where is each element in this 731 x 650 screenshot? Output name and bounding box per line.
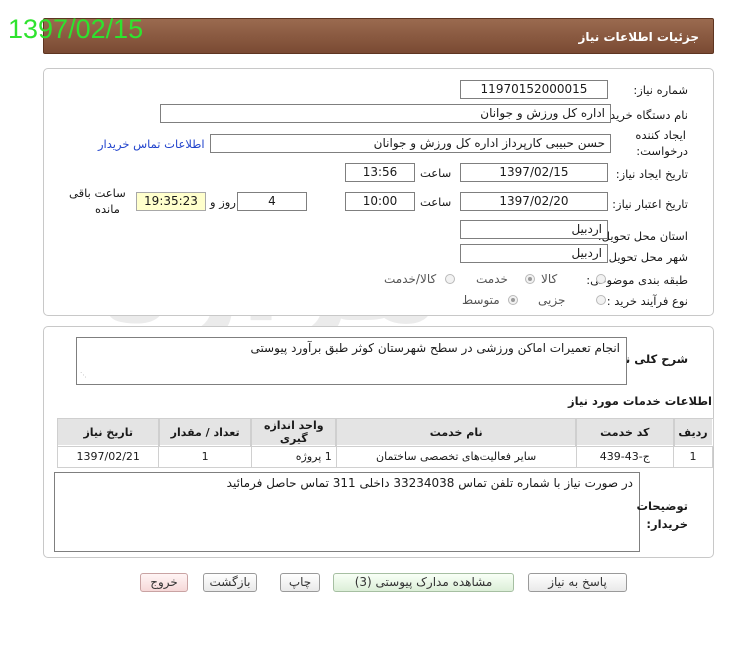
days-and-label: روز و <box>210 195 236 209</box>
buyer-notes-label-line2: خریدار: <box>646 517 688 531</box>
table-row: 1 ج-43-439 سایر فعالیت‌های تخصصی ساختمان… <box>56 445 713 468</box>
remaining-label-line1: ساعت باقی <box>69 186 126 200</box>
date-stamp: 1397/02/15 <box>8 14 144 44</box>
col-header-unit: واحد اندازه گیری <box>250 417 338 447</box>
province-label: استان محل تحویل: <box>597 229 688 243</box>
overall-desc-box: انجام تعمیرات اماکن ورزشی در سطح شهرستان… <box>76 337 627 385</box>
col-header-row: ردیف <box>672 417 714 447</box>
reply-button[interactable]: پاسخ به نیاز <box>528 573 627 592</box>
need-number-field: 11970152000015 <box>460 80 608 99</box>
remaining-days-field: 4 <box>237 192 307 211</box>
services-table-header: ردیف کد خدمت نام خدمت واحد اندازه گیری ت… <box>56 417 714 447</box>
need-number-label: شماره نیاز: <box>633 83 688 97</box>
col-header-date: تاریخ نیاز <box>56 417 160 447</box>
cell-quantity: 1 <box>158 445 252 468</box>
services-table: ردیف کد خدمت نام خدمت واحد اندازه گیری ت… <box>56 417 714 468</box>
remaining-label-line2: مانده <box>95 202 120 216</box>
creator-field: حسن حبیبی کارپرداز اداره کل ورزش و جوانا… <box>210 134 611 153</box>
creator-label-line2: درخواست: <box>636 144 688 158</box>
validity-hour-label: ساعت <box>420 195 452 209</box>
province-field: اردبیل <box>460 220 608 239</box>
created-hour-label: ساعت <box>420 166 452 180</box>
city-label: شهر محل تحویل: <box>604 250 688 264</box>
creator-label-line1: ایجاد کننده <box>635 128 686 142</box>
validity-date-field: 1397/02/20 <box>460 192 608 211</box>
category-radio-goods-service[interactable] <box>445 274 455 284</box>
buyer-notes-label-line1: توضیحات <box>636 499 689 513</box>
category-radio-goods[interactable] <box>596 274 606 284</box>
category-goods-service-label: کالا/خدمت <box>384 272 437 286</box>
purchase-medium-label: متوسط <box>462 293 500 307</box>
buyer-notes-text: در صورت نیاز با شماره تلفن تماس 33234038… <box>226 476 633 490</box>
cell-row-number: 1 <box>673 445 713 468</box>
city-field: اردبیل <box>460 244 608 263</box>
exit-button[interactable]: خروج <box>140 573 188 592</box>
created-time-field: 13:56 <box>345 163 415 182</box>
created-date-label: تاریخ ایجاد نیاز: <box>615 167 688 181</box>
created-date-field: 1397/02/15 <box>460 163 608 182</box>
resize-grip-icon: ⋰ <box>80 371 87 379</box>
print-button[interactable]: چاپ <box>280 573 320 592</box>
back-button[interactable]: بازگشت <box>203 573 257 592</box>
buyer-org-field: اداره کل ورزش و جوانان <box>160 104 611 123</box>
col-header-name: نام خدمت <box>335 417 578 447</box>
buyer-org-label: نام دستگاه خریدار: <box>597 108 688 122</box>
page-title: جزئیات اطلاعات نیاز <box>578 30 699 44</box>
buyer-notes-box: در صورت نیاز با شماره تلفن تماس 33234038… <box>54 472 640 552</box>
purchase-type-label: نوع فرآیند خرید : <box>606 294 688 308</box>
category-goods-label: کالا <box>541 272 558 286</box>
purchase-minor-label: جزیی <box>538 293 566 307</box>
cell-service-code: ج-43-439 <box>575 445 675 468</box>
overall-desc-text: انجام تعمیرات اماکن ورزشی در سطح شهرستان… <box>250 341 620 355</box>
purchase-radio-minor[interactable] <box>596 295 606 305</box>
cell-service-name: سایر فعالیت‌های تخصصی ساختمان <box>335 445 577 468</box>
purchase-radio-medium[interactable] <box>508 295 518 305</box>
col-header-qty: تعداد / مقدار <box>157 417 253 447</box>
services-info-title: اطلاعات خدمات مورد نیاز <box>568 394 712 408</box>
category-service-label: خدمت <box>476 272 508 286</box>
view-attachments-button[interactable]: مشاهده مدارک پیوستی (3) <box>333 573 514 592</box>
category-radio-service[interactable] <box>525 274 535 284</box>
col-header-code: کد خدمت <box>575 417 675 447</box>
validity-date-label: تاریخ اعتبار نیاز: <box>612 197 688 211</box>
validity-time-field: 10:00 <box>345 192 415 211</box>
remaining-time-box: 19:35:23 <box>136 192 206 211</box>
cell-need-date: 1397/02/21 <box>56 445 160 468</box>
cell-unit: 1 پروژه <box>250 445 337 468</box>
page-header: جزئیات اطلاعات نیاز <box>43 18 714 54</box>
buyer-contact-link[interactable]: اطلاعات تماس خریدار <box>98 137 205 151</box>
